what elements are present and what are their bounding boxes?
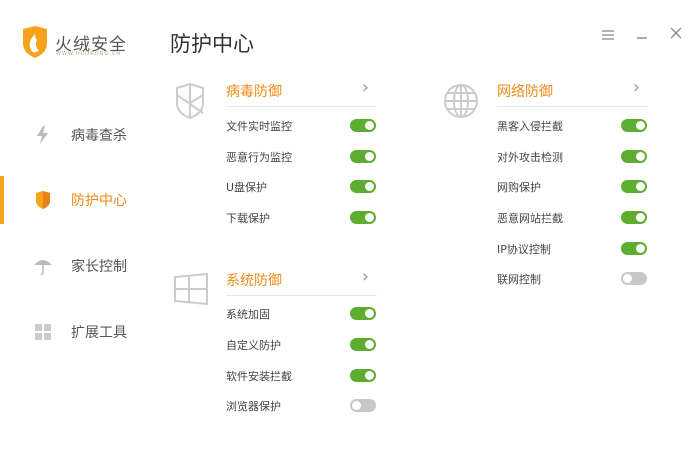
close-button[interactable] <box>670 27 682 43</box>
system-defense-header[interactable]: 系统防御 › <box>226 266 377 296</box>
toggle-switch[interactable] <box>350 338 376 351</box>
toggle-switch[interactable] <box>350 150 376 163</box>
logo-url: WWW.HUORONG.CN <box>56 51 122 57</box>
list-item: 软件安装拦截 <box>226 366 376 386</box>
sidebar-item-label: 扩展工具 <box>71 325 127 341</box>
item-label: 恶意网站拦截 <box>497 212 563 225</box>
item-label: 自定义防护 <box>226 339 281 352</box>
page-title: 防护中心 <box>170 32 254 56</box>
list-item: 对外攻击检测 <box>497 147 647 167</box>
section-title: 病毒防御 <box>226 84 282 100</box>
toggle-switch[interactable] <box>621 150 647 163</box>
list-item: 联网控制 <box>497 269 647 289</box>
lightning-icon <box>37 126 48 144</box>
umbrella-icon <box>34 260 52 275</box>
chevron-right-icon: › <box>361 266 369 287</box>
toggle-switch[interactable] <box>621 180 647 193</box>
list-item: 浏览器保护 <box>226 396 376 416</box>
shield-outline-icon <box>176 83 204 119</box>
item-label: 联网控制 <box>497 273 541 286</box>
list-item: 恶意网站拦截 <box>497 208 647 228</box>
item-label: 网购保护 <box>497 181 541 194</box>
item-label: 系统加固 <box>226 308 270 321</box>
item-label: 下载保护 <box>226 212 270 225</box>
list-item: 自定义防护 <box>226 335 376 355</box>
toggle-switch[interactable] <box>621 119 647 132</box>
menu-icon <box>602 30 614 40</box>
list-item: U盘保护 <box>226 177 376 197</box>
grid-icon <box>35 324 51 340</box>
minimize-button[interactable] <box>636 28 648 44</box>
item-label: 恶意行为监控 <box>226 151 292 164</box>
network-defense-header[interactable]: 网络防御 › <box>497 77 648 107</box>
minimize-icon <box>637 37 647 39</box>
item-label: U盘保护 <box>226 181 268 194</box>
list-item: 恶意行为监控 <box>226 147 376 167</box>
sidebar-item-protection-center[interactable]: 防护中心 <box>0 176 160 224</box>
toggle-switch[interactable] <box>350 399 376 412</box>
toggle-switch[interactable] <box>350 119 376 132</box>
toggle-switch[interactable] <box>350 180 376 193</box>
chevron-right-icon: › <box>632 77 640 98</box>
toggle-switch[interactable] <box>621 272 647 285</box>
item-label: IP协议控制 <box>497 243 551 256</box>
item-label: 浏览器保护 <box>226 400 281 413</box>
toggle-switch[interactable] <box>350 211 376 224</box>
shield-icon <box>36 191 50 209</box>
toggle-switch[interactable] <box>350 369 376 382</box>
menu-button[interactable] <box>602 28 614 44</box>
globe-icon <box>444 84 478 118</box>
sidebar-item-label: 防护中心 <box>71 193 127 209</box>
list-item: 文件实时监控 <box>226 116 376 136</box>
logo-icon <box>23 26 47 58</box>
section-title: 网络防御 <box>497 84 553 100</box>
sidebar-item-extension-tools[interactable]: 扩展工具 <box>0 308 160 356</box>
toggle-switch[interactable] <box>621 211 647 224</box>
section-title: 系统防御 <box>226 273 282 289</box>
toggle-switch[interactable] <box>350 307 376 320</box>
sidebar-item-parental-control[interactable]: 家长控制 <box>0 242 160 290</box>
list-item: 下载保护 <box>226 208 376 228</box>
sidebar-item-label: 病毒查杀 <box>71 128 127 144</box>
virus-defense-header[interactable]: 病毒防御 › <box>226 77 377 107</box>
toggle-switch[interactable] <box>621 242 647 255</box>
item-label: 对外攻击检测 <box>497 151 563 164</box>
windows-icon <box>174 273 208 305</box>
sidebar-item-label: 家长控制 <box>71 259 127 275</box>
list-item: IP协议控制 <box>497 239 647 259</box>
item-label: 软件安装拦截 <box>226 370 292 383</box>
item-label: 黑客入侵拦截 <box>497 120 563 133</box>
item-label: 文件实时监控 <box>226 120 292 133</box>
list-item: 网购保护 <box>497 177 647 197</box>
chevron-right-icon: › <box>361 77 369 98</box>
sidebar-item-virus-scan[interactable]: 病毒查杀 <box>0 111 160 159</box>
close-icon <box>670 27 682 39</box>
list-item: 系统加固 <box>226 304 376 324</box>
list-item: 黑客入侵拦截 <box>497 116 647 136</box>
